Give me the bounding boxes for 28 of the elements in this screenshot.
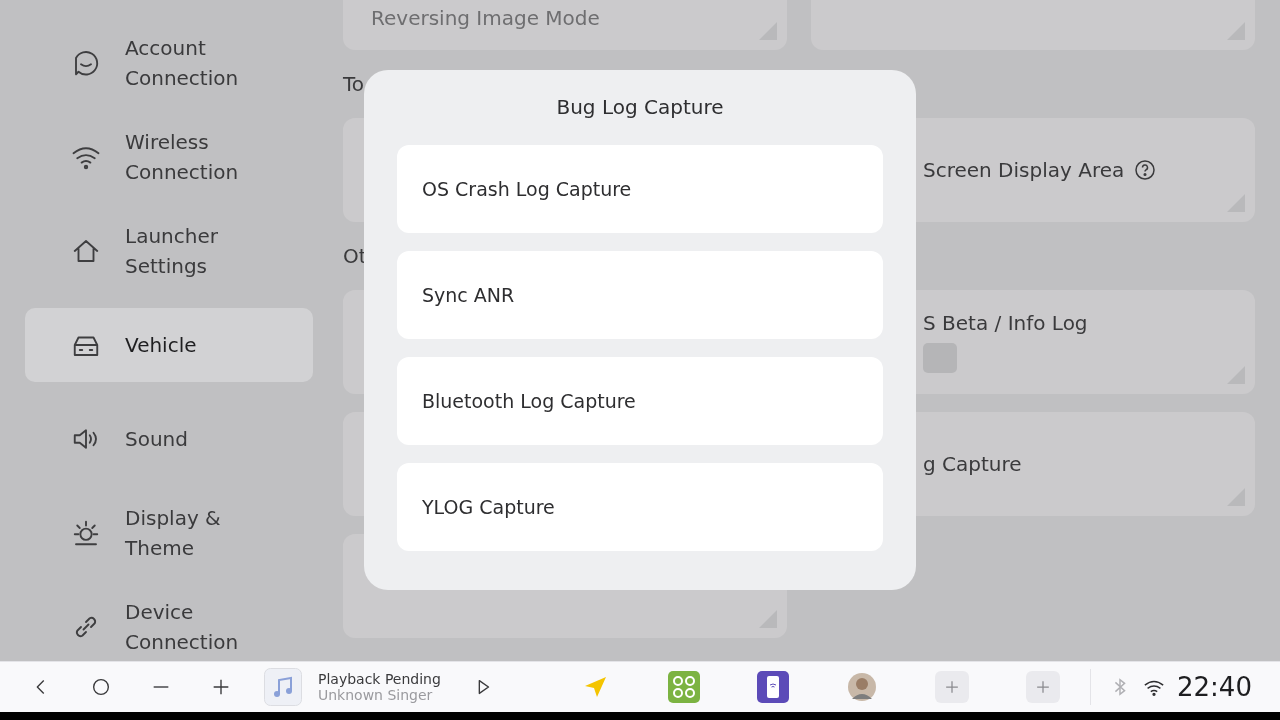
sidebar-item[interactable]: Sound (25, 402, 313, 476)
card-label: S Beta / Info Log (923, 311, 1088, 335)
dialog-option[interactable]: YLOG Capture (397, 463, 883, 551)
sidebar-item[interactable]: Account Connection (25, 26, 313, 100)
section-heading: Ot (343, 244, 367, 268)
media-artist: Unknown Singer (318, 687, 434, 703)
app-grid-icon[interactable] (668, 671, 700, 703)
phone-app-icon[interactable] (757, 671, 789, 703)
sidebar-item[interactable]: Display & Theme (25, 496, 313, 570)
sidebar-item[interactable]: Wireless Connection (25, 120, 313, 194)
dialog-option[interactable]: Sync ANR (397, 251, 883, 339)
dialog-title: Bug Log Capture (555, 94, 725, 121)
sun-icon (71, 518, 101, 548)
section-heading: To (343, 72, 365, 96)
media-title: Playback Pending (318, 671, 442, 687)
help-icon[interactable] (1134, 159, 1157, 181)
card-label: Screen Display Area (923, 158, 1125, 182)
sidebar-item[interactable]: Vehicle (25, 308, 313, 382)
home-icon[interactable] (90, 676, 112, 698)
music-note-icon[interactable] (264, 668, 302, 706)
sidebar-item[interactable]: Launcher Settings (25, 214, 313, 288)
clock-time: 22:40 (1177, 672, 1252, 702)
avatar-icon[interactable] (846, 671, 878, 703)
dialog-option[interactable]: Bluetooth Log Capture (397, 357, 883, 445)
dialog-option[interactable]: OS Crash Log Capture (397, 145, 883, 233)
sidebar-item[interactable]: Device Connection (25, 590, 313, 664)
card-label: Reversing Image Mode (371, 6, 601, 30)
card-label: g Capture (923, 452, 1022, 476)
